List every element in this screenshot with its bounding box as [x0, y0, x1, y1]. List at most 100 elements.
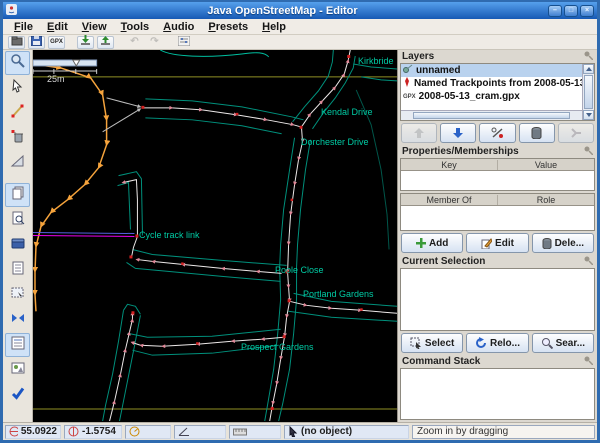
pin-icon[interactable] [584, 146, 594, 158]
layer-merge-button[interactable] [557, 123, 595, 143]
command-stack-title: Command Stack [402, 356, 481, 367]
draw-node-button[interactable] [5, 101, 30, 125]
trash-icon [531, 127, 542, 139]
select-button-label: Select [424, 337, 455, 349]
pin-icon[interactable] [584, 356, 594, 368]
delete-button[interactable]: Dele... [531, 233, 594, 253]
role-column-header: Role [536, 194, 556, 205]
selection-dialog-button[interactable] [5, 283, 30, 307]
angle-field [174, 424, 226, 439]
arrow-up-icon [414, 128, 425, 138]
layer-item-unnamed[interactable]: unnamed [401, 64, 582, 77]
measure-mode-button[interactable] [5, 151, 30, 175]
properties-table-header: Key Value [401, 159, 594, 171]
pointer-icon [289, 426, 298, 437]
menu-audio[interactable]: Audio [156, 21, 201, 33]
layer-show-hide-button[interactable] [479, 123, 516, 143]
selection-list[interactable] [400, 268, 595, 331]
add-button[interactable]: Add [401, 233, 464, 253]
marker-layer-icon [403, 77, 411, 90]
reload-button[interactable]: Relo... [466, 333, 529, 353]
properties-table[interactable]: Key Value [400, 158, 595, 191]
layers-vertical-scrollbar[interactable] [582, 64, 594, 120]
select-button[interactable]: Select [401, 333, 464, 353]
form-icon [10, 335, 26, 356]
history-dialog-button[interactable] [5, 233, 30, 257]
street-label-portland-gardens: Portland Gardens [303, 289, 374, 299]
annotation-dialog-button[interactable] [5, 358, 30, 382]
selection-title: Current Selection [402, 256, 486, 267]
move-mode-button[interactable] [5, 76, 30, 100]
layer-item-gpx[interactable]: GPX 2008-05-13_cram.gpx [401, 90, 582, 103]
window-controls: – □ × [548, 4, 594, 17]
layer-move-up-button[interactable] [401, 123, 438, 143]
street-label-dorchester-drive: Dorchester Drive [301, 137, 369, 147]
command-stack-list[interactable] [400, 368, 595, 420]
memberships-table-header: Member Of Role [401, 194, 594, 206]
layers-icon [10, 185, 26, 206]
download-icon [80, 33, 91, 51]
menu-edit[interactable]: Edit [40, 21, 75, 33]
maximize-button[interactable]: □ [564, 4, 578, 17]
osm-data-layer-icon [403, 64, 413, 77]
menu-help[interactable]: Help [255, 21, 293, 33]
memberships-table[interactable]: Member Of Role [400, 193, 595, 231]
move-cursor-icon [10, 78, 26, 99]
ruler-triangle-icon [10, 153, 26, 174]
map-canvas[interactable]: 25m Kirkbride Kendal Drive Dorchester Dr… [33, 50, 397, 422]
statusbar: 55.0922 -1.5754 (no object) Zoom in by d… [3, 422, 597, 440]
key-column-header: Key [401, 159, 498, 170]
zoom-to-selection-button[interactable] [5, 308, 30, 332]
trash-icon [10, 128, 26, 149]
layers-horizontal-scrollbar[interactable] [401, 110, 582, 120]
edit-button[interactable]: Edit [466, 233, 529, 253]
scroll-up-button[interactable] [583, 64, 594, 74]
layers-title: Layers [402, 51, 435, 62]
open-file-button[interactable] [8, 35, 25, 49]
street-label-prospect-gardens: Prospect Gardens [241, 342, 314, 352]
tags-dialog-button[interactable] [5, 258, 30, 282]
undo-button[interactable]: ↶ [126, 36, 143, 49]
preferences-button[interactable] [175, 35, 192, 49]
delete-mode-button[interactable] [5, 126, 30, 150]
validate-button[interactable] [5, 383, 30, 407]
redo-icon: ↷ [150, 36, 159, 47]
scrollbar-thumb[interactable] [413, 112, 570, 119]
menu-tools[interactable]: Tools [114, 21, 157, 33]
member-of-column-header: Member Of [401, 194, 498, 205]
gpx-layer-icon: GPX [403, 93, 416, 100]
edit-toolbar [3, 50, 33, 422]
menu-presets[interactable]: Presets [201, 21, 255, 33]
layer-name: unnamed [416, 65, 461, 76]
export-gpx-button[interactable]: GPX [48, 35, 65, 49]
minimize-button[interactable]: – [548, 4, 562, 17]
save-button[interactable] [28, 35, 45, 49]
angle-icon [178, 427, 189, 436]
street-label-poole-close: Poole Close [275, 265, 324, 275]
layer-move-down-button[interactable] [440, 123, 477, 143]
close-button[interactable]: × [580, 4, 594, 17]
layer-delete-button[interactable] [518, 123, 555, 143]
search-button[interactable]: Sear... [531, 333, 594, 353]
upload-button[interactable] [97, 35, 114, 49]
pin-icon[interactable] [584, 51, 594, 63]
reload-button-label: Relo... [489, 337, 520, 349]
download-button[interactable] [77, 33, 94, 51]
layers-section-header: Layers [398, 50, 597, 63]
properties-title: Properties/Memberships [402, 146, 519, 157]
scroll-down-button[interactable] [583, 110, 594, 120]
pin-icon[interactable] [584, 256, 594, 268]
redo-button[interactable]: ↷ [146, 36, 163, 49]
selection-rect-icon [10, 285, 26, 306]
menu-view[interactable]: View [75, 21, 114, 33]
show-hide-icon [491, 127, 503, 138]
scrollbar-thumb[interactable] [584, 75, 593, 109]
longitude-field: -1.5754 [64, 424, 122, 439]
layer-item-trackpoints[interactable]: Named Trackpoints from 2008-05-13_cra [401, 77, 582, 90]
command-stack-dialog-button[interactable] [5, 333, 30, 357]
properties-dialog-button[interactable] [5, 208, 30, 232]
properties-button-row: Add Edit Dele... [398, 231, 597, 255]
zoom-mode-button[interactable] [5, 51, 30, 75]
menu-file[interactable]: File [7, 21, 40, 33]
layers-dialog-button[interactable] [5, 183, 30, 207]
